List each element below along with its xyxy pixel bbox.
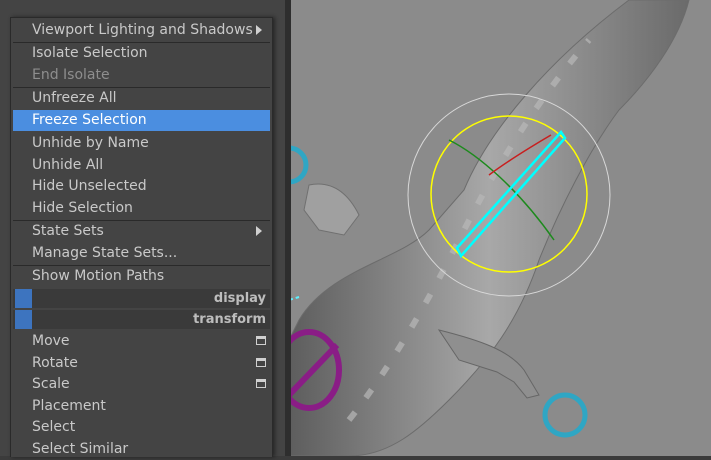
menu-item-show-motion-paths[interactable]: Show Motion Paths <box>13 266 270 287</box>
option-box-icon[interactable] <box>256 336 266 345</box>
submenu-arrow-icon <box>256 226 262 236</box>
menu-item-isolate-selection[interactable]: Isolate Selection <box>13 43 270 64</box>
section-label: display <box>213 291 266 306</box>
menu-item-label: Move <box>32 333 70 349</box>
section-header-transform[interactable]: transform <box>13 310 270 329</box>
menu-item-scale[interactable]: Scale <box>13 374 270 395</box>
menu-item-label: Show Motion Paths <box>32 268 165 284</box>
menu-item-label: Rotate <box>32 355 78 371</box>
menu-item-viewport-lighting[interactable]: Viewport Lighting and Shadows <box>13 20 270 41</box>
menu-item-label: Select <box>32 419 76 435</box>
menu-item-label: Unhide by Name <box>32 135 149 151</box>
submenu-arrow-icon <box>256 25 262 35</box>
section-marker <box>15 289 32 308</box>
menu-item-freeze-selection[interactable]: Freeze Selection <box>13 110 270 131</box>
menu-item-end-isolate: End Isolate <box>13 65 270 86</box>
menu-item-label: Select Similar <box>32 441 129 457</box>
menu-item-label: Scale <box>32 376 70 392</box>
section-marker <box>15 310 32 329</box>
menu-item-unhide-by-name[interactable]: Unhide by Name <box>13 133 270 154</box>
menu-item-move[interactable]: Move <box>13 331 270 352</box>
menu-item-label: Unhide All <box>32 157 104 173</box>
menu-item-rotate[interactable]: Rotate <box>13 353 270 374</box>
section-label: transform <box>193 312 266 327</box>
menu-item-label: Placement <box>32 398 106 414</box>
3d-viewport[interactable] <box>289 0 711 456</box>
menu-item-label: End Isolate <box>32 67 110 83</box>
menu-item-hide-unselected[interactable]: Hide Unselected <box>13 176 270 197</box>
section-header-display[interactable]: display <box>13 289 270 308</box>
menu-item-hide-selection[interactable]: Hide Selection <box>13 198 270 219</box>
marking-menu: Viewport Lighting and Shadows Isolate Se… <box>10 17 273 457</box>
menu-item-label: Hide Unselected <box>32 178 147 194</box>
viewport-divider <box>285 0 291 456</box>
menu-item-label: Isolate Selection <box>32 45 148 61</box>
menu-item-label: Freeze Selection <box>32 112 147 128</box>
menu-item-label: Unfreeze All <box>32 90 117 106</box>
menu-item-unhide-all[interactable]: Unhide All <box>13 155 270 176</box>
menu-item-placement[interactable]: Placement <box>13 396 270 417</box>
menu-item-state-sets[interactable]: State Sets <box>13 221 270 242</box>
menu-item-label: Hide Selection <box>32 200 133 216</box>
menu-item-label: Viewport Lighting and Shadows <box>32 22 253 38</box>
menu-item-manage-state-sets[interactable]: Manage State Sets... <box>13 243 270 264</box>
option-box-icon[interactable] <box>256 379 266 388</box>
menu-item-label: Manage State Sets... <box>32 245 178 261</box>
menu-item-select-similar[interactable]: Select Similar <box>13 439 270 460</box>
menu-item-select[interactable]: Select <box>13 417 270 438</box>
viewport-scene <box>289 0 711 456</box>
option-box-icon[interactable] <box>256 358 266 367</box>
menu-item-unfreeze-all[interactable]: Unfreeze All <box>13 88 270 109</box>
menu-item-label: State Sets <box>32 223 104 239</box>
